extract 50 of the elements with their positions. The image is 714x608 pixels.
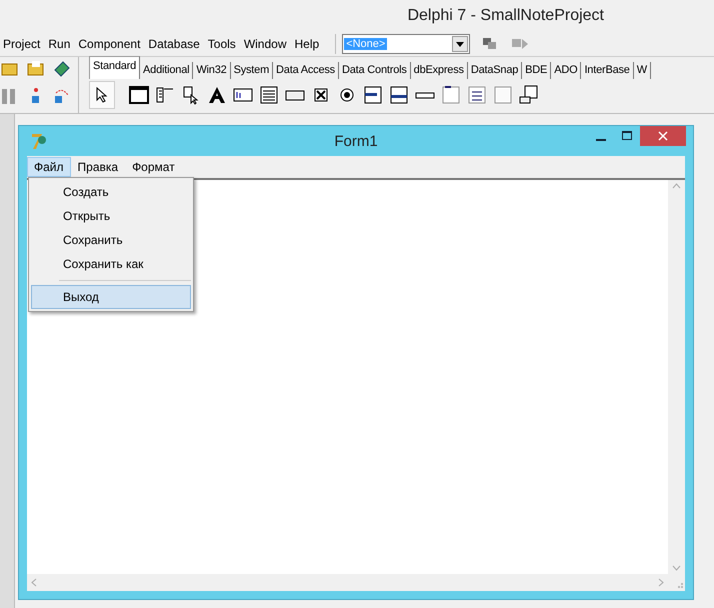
caret-icon[interactable] xyxy=(456,42,464,46)
palette-tab[interactable]: Win32 xyxy=(193,62,231,79)
menu-item[interactable]: Правка xyxy=(70,157,126,177)
form-title: Form1 xyxy=(334,132,378,150)
radio-group-icon[interactable] xyxy=(467,85,487,105)
menu-option[interactable]: Создать xyxy=(31,180,191,204)
folder-icon[interactable] xyxy=(26,58,46,78)
menu-option[interactable]: Выход xyxy=(31,285,191,309)
popup-menu-icon[interactable] xyxy=(181,85,201,105)
palette-tab[interactable]: Data Access xyxy=(273,62,339,79)
palette-tab[interactable]: System xyxy=(230,62,274,79)
palette-tab[interactable]: DataSnap xyxy=(468,62,522,79)
menu-item[interactable]: Project xyxy=(0,37,44,51)
pointer-tool[interactable] xyxy=(89,81,115,109)
minimize-icon xyxy=(596,138,606,140)
close-icon xyxy=(658,131,668,141)
memo-icon[interactable] xyxy=(259,85,279,105)
window-title: Delphi 7 - SmallNoteProject xyxy=(407,7,604,25)
frame-icon[interactable] xyxy=(129,85,149,105)
resize-grip-icon[interactable] xyxy=(676,582,683,589)
menu-item[interactable]: Window xyxy=(240,37,290,51)
palette-tab[interactable]: Standard xyxy=(89,56,140,79)
palette-tab[interactable]: dbExpress xyxy=(410,62,468,79)
menu-option[interactable]: Сохранить xyxy=(31,228,191,252)
combo-box-icon[interactable] xyxy=(389,85,409,105)
palette-tab[interactable]: Additional xyxy=(140,62,194,79)
menu-item[interactable]: Файл xyxy=(27,157,71,177)
palette-tab[interactable]: BDE xyxy=(522,62,552,79)
menu-option[interactable]: Сохранить как xyxy=(31,252,191,276)
palette-tab[interactable]: Data Controls xyxy=(339,62,411,79)
menu-item[interactable]: Run xyxy=(44,37,74,51)
label-icon[interactable] xyxy=(207,85,227,105)
menu-item[interactable]: Tools xyxy=(204,37,240,51)
palette-tab[interactable]: W xyxy=(634,62,651,79)
pointer-icon xyxy=(96,87,108,103)
palette-tab[interactable]: ADO xyxy=(551,62,582,79)
menu-item[interactable]: Формат xyxy=(125,157,182,177)
list-box-icon[interactable] xyxy=(363,85,383,105)
menu-item[interactable]: Component xyxy=(74,37,144,51)
main-menu-icon[interactable] xyxy=(155,85,175,105)
menu-item[interactable]: Help xyxy=(290,37,324,51)
panel-icon[interactable] xyxy=(493,85,513,105)
app-icon xyxy=(31,132,47,150)
group-box-icon[interactable] xyxy=(441,85,461,105)
close-button[interactable] xyxy=(640,126,686,146)
maximize-icon xyxy=(622,131,632,141)
menu-option[interactable]: Открыть xyxy=(31,204,191,228)
menu-item[interactable]: Database xyxy=(144,37,204,51)
palette-tab[interactable]: InterBase xyxy=(581,62,634,79)
action-list-icon[interactable] xyxy=(519,85,539,105)
